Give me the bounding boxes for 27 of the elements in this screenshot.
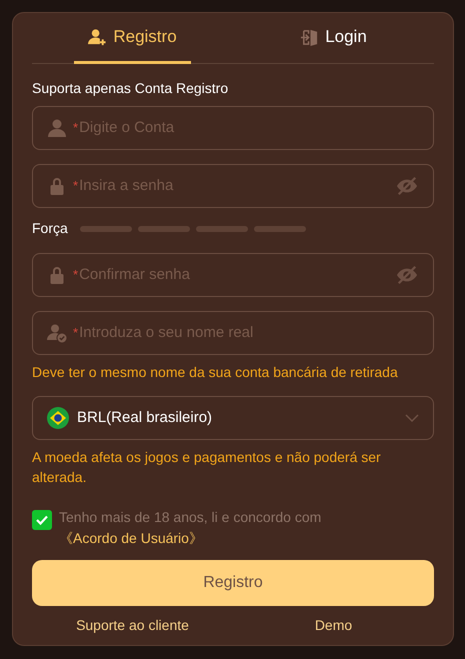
currency-value: BRL(Real brasileiro) [77, 408, 214, 428]
required-mark: * [73, 119, 78, 138]
register-button[interactable]: Registro [32, 560, 434, 606]
footer-link[interactable]: Suporte ao cliente [76, 615, 189, 636]
user-check-icon [47, 323, 67, 343]
agreement-text: Tenho mais de 18 anos, li e concordo com 《Acordo de Usuário》 [59, 508, 322, 548]
agree-checkbox[interactable] [32, 510, 52, 530]
tab[interactable]: Registro [74, 13, 191, 64]
user-agreement-link[interactable]: 《Acordo de Usuário》 [59, 530, 203, 546]
tab[interactable]: Login [286, 13, 381, 64]
chevron-down-icon [405, 414, 419, 422]
user-icon [47, 118, 67, 138]
notice-text: Suporta apenas Conta Registro [32, 79, 230, 98]
flag-icon [47, 407, 69, 429]
required-mark: * [73, 324, 78, 342]
user-plus-icon [88, 28, 108, 46]
eye-off-icon[interactable] [395, 264, 419, 286]
required-mark: * [73, 266, 78, 284]
check-icon [35, 513, 49, 527]
hint-text: A moeda afeta os jogos e pagamentos e não poderá ser alterada. [32, 448, 382, 487]
door-enter-icon [300, 28, 320, 46]
eye-off-icon[interactable] [395, 175, 419, 197]
required-mark: * [73, 177, 78, 196]
strength-label: Força [32, 219, 68, 238]
hint-text: Deve ter o mesmo nome da sua conta bancária de retirada [32, 363, 399, 382]
footer-link[interactable]: Demo [314, 615, 352, 636]
currency-select[interactable]: BRL(Real brasileiro) [32, 396, 434, 440]
